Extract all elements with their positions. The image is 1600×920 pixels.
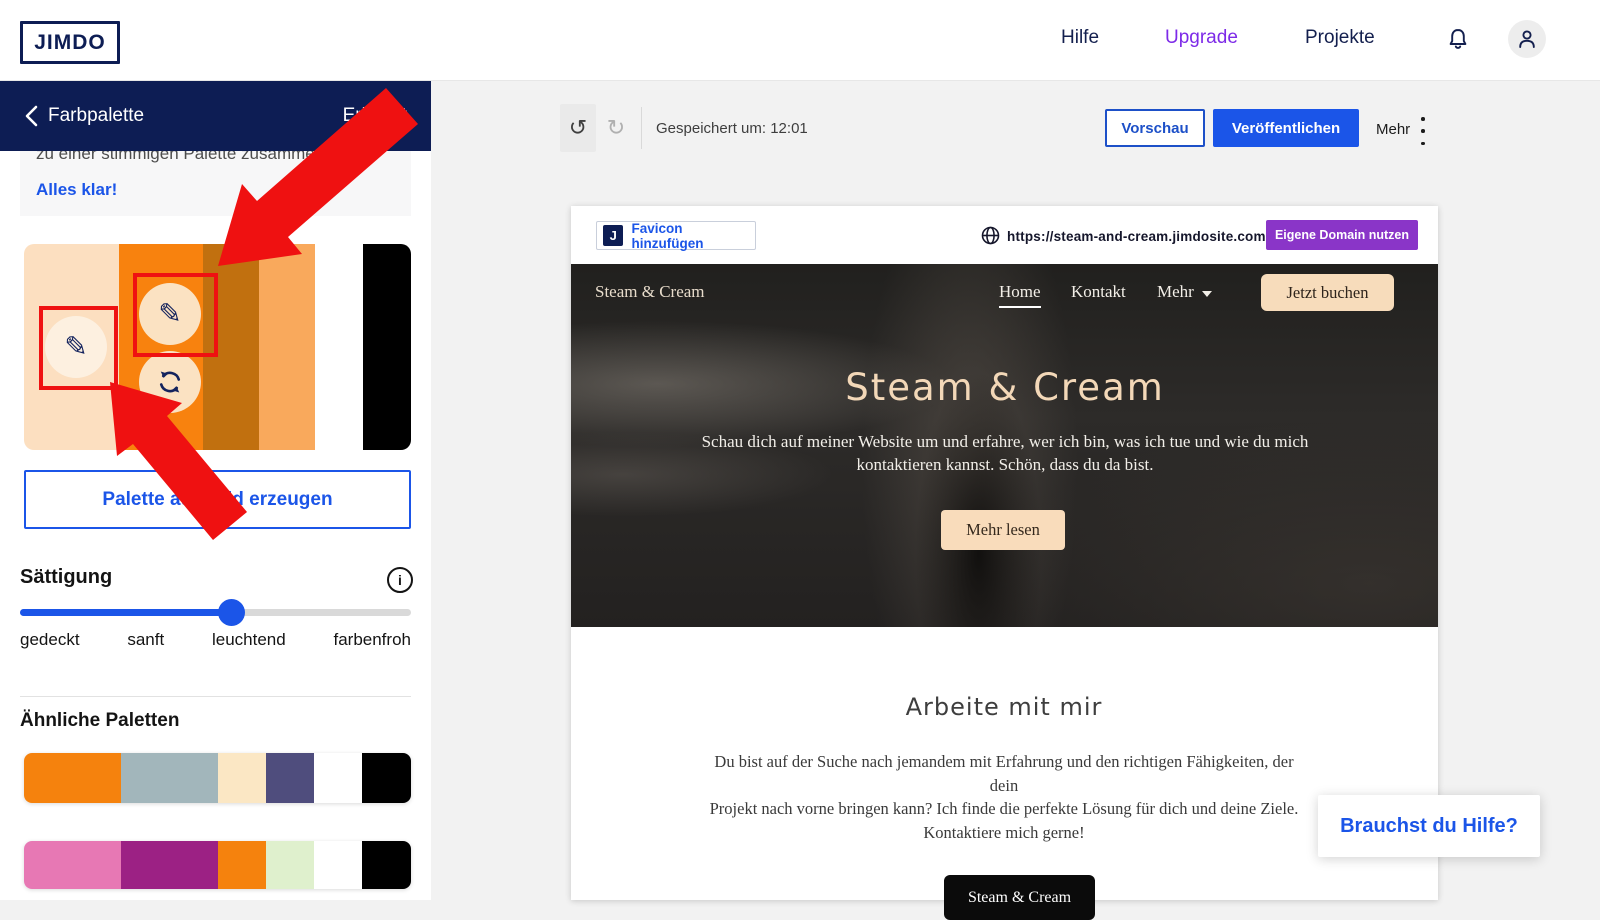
palette-swatch[interactable]	[363, 244, 411, 450]
hero-subtitle-line1: Schau dich auf meiner Website um und erf…	[685, 430, 1325, 453]
palette-swatch[interactable]	[24, 753, 121, 803]
palette-swatch[interactable]	[218, 841, 266, 889]
tick-gedeckt: gedeckt	[20, 630, 80, 650]
help-widget-button[interactable]: Brauchst du Hilfe?	[1318, 795, 1540, 857]
done-button[interactable]: Erledigt	[343, 105, 407, 127]
site-hero: Steam & Cream Home Kontakt Mehr Jetzt bu…	[571, 264, 1438, 627]
palette-swatch[interactable]	[121, 753, 218, 803]
palette-swatch[interactable]	[121, 841, 218, 889]
add-favicon-button[interactable]: J Favicon hinzufügen	[596, 221, 756, 250]
annotation-box-orange-edit	[133, 273, 218, 357]
similar-palette-2[interactable]	[24, 841, 411, 889]
undo-icon: ↺	[569, 116, 587, 141]
about-section-text: Du bist auf der Suche nach jemandem mit …	[704, 750, 1304, 844]
undo-button[interactable]: ↺	[560, 104, 596, 152]
site-nav-mehr[interactable]: Mehr	[1157, 282, 1194, 302]
hero-subtitle: Schau dich auf meiner Website um und erf…	[685, 430, 1325, 476]
similar-palettes-heading: Ähnliche Paletten	[20, 710, 179, 732]
saturation-ticks: gedeckt sanft leuchtend farbenfroh	[20, 630, 411, 650]
saturation-slider[interactable]	[20, 609, 411, 616]
favicon-label: Favicon hinzufügen	[631, 221, 755, 251]
domain-bar: J Favicon hinzufügen https://steam-and-c…	[571, 206, 1438, 264]
publish-button[interactable]: Veröffentlichen	[1213, 109, 1359, 147]
kebab-menu-icon[interactable]	[1421, 117, 1425, 145]
palette-swatch[interactable]	[259, 244, 315, 450]
site-nav-home[interactable]: Home	[999, 282, 1041, 302]
palette-swatch[interactable]	[362, 753, 411, 803]
book-now-button[interactable]: Jetzt buchen	[1261, 274, 1394, 311]
about-text-line3: Kontaktiere mich gerne!	[704, 821, 1304, 845]
preview-button[interactable]: Vorschau	[1105, 109, 1205, 147]
panel-header: Farbpalette Erledigt	[0, 80, 431, 151]
hero-subtitle-line2: kontaktieren kannst. Schön, dass du da b…	[685, 453, 1325, 476]
site-footer-button[interactable]: Steam & Cream	[944, 875, 1095, 920]
tick-sanft: sanft	[127, 630, 164, 650]
palette-swatch[interactable]	[315, 244, 363, 450]
site-url[interactable]: https://steam-and-cream.jimdosite.com	[1007, 229, 1266, 244]
active-nav-underline	[999, 306, 1041, 308]
palette-swatch[interactable]	[266, 841, 314, 889]
toolbar-divider	[641, 107, 642, 149]
back-chevron-icon[interactable]	[24, 104, 39, 133]
chevron-down-icon	[1202, 291, 1212, 297]
about-text-line2: Projekt nach vorne bringen kann? Ich fin…	[704, 797, 1304, 821]
about-text-line1: Du bist auf der Suche nach jemandem mit …	[704, 750, 1304, 797]
jimdo-logo[interactable]: JIMDO	[20, 21, 120, 64]
palette-swatch[interactable]	[218, 753, 266, 803]
palette-swatch[interactable]	[314, 841, 362, 889]
topnav-upgrade[interactable]: Upgrade	[1165, 27, 1238, 49]
refresh-icon	[155, 367, 185, 397]
own-domain-button[interactable]: Eigene Domain nutzen	[1266, 220, 1418, 250]
favicon-badge: J	[603, 225, 623, 246]
info-icon[interactable]: i	[387, 567, 413, 593]
redo-icon: ↻	[607, 116, 625, 141]
account-avatar[interactable]	[1508, 20, 1546, 58]
tick-farbenfroh: farbenfroh	[333, 630, 411, 650]
section-divider	[20, 696, 411, 697]
palette-swatch[interactable]	[24, 841, 121, 889]
globe-icon	[981, 226, 1000, 250]
topnav-projekte[interactable]: Projekte	[1305, 27, 1375, 49]
saturation-label: Sättigung	[20, 566, 112, 589]
site-logo[interactable]: Steam & Cream	[595, 282, 705, 302]
notifications-bell-icon[interactable]	[1446, 26, 1470, 59]
about-section-title: Arbeite mit mir	[704, 693, 1304, 721]
similar-palette-1[interactable]	[24, 753, 411, 803]
swap-color-button[interactable]	[139, 351, 201, 413]
slider-thumb[interactable]	[218, 599, 245, 626]
slider-fill	[20, 609, 231, 616]
more-button[interactable]: Mehr	[1376, 121, 1410, 138]
tick-leuchtend: leuchtend	[212, 630, 286, 650]
app-topbar: JIMDO Hilfe Upgrade Projekte	[0, 0, 1600, 81]
topnav-hilfe[interactable]: Hilfe	[1061, 27, 1099, 49]
read-more-button[interactable]: Mehr lesen	[941, 510, 1065, 550]
hero-title: Steam & Cream	[705, 366, 1305, 409]
saved-status: Gespeichert um: 12:01	[656, 120, 808, 137]
palette-swatch[interactable]	[314, 753, 362, 803]
site-nav-kontakt[interactable]: Kontakt	[1071, 282, 1126, 302]
palette-swatch[interactable]	[266, 753, 314, 803]
alles-klar-link[interactable]: Alles klar!	[36, 180, 117, 200]
person-icon	[1515, 27, 1539, 51]
generate-from-image-button[interactable]: Palette aus Bild erzeugen	[24, 470, 411, 529]
panel-title: Farbpalette	[48, 105, 144, 127]
annotation-box-peach-edit	[39, 306, 118, 390]
palette-swatch[interactable]	[362, 841, 411, 889]
redo-button[interactable]: ↻	[598, 104, 634, 152]
